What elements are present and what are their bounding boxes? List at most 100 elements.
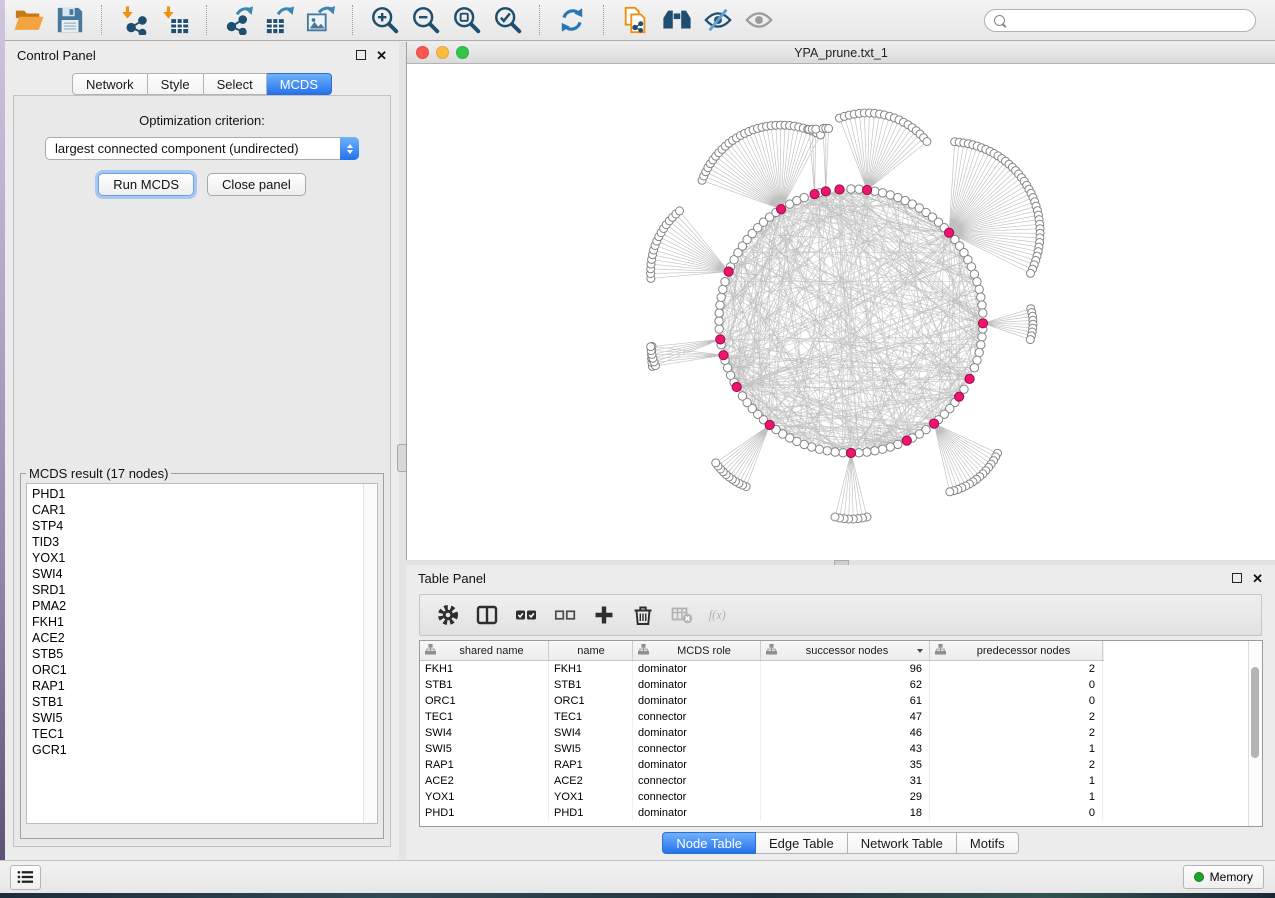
column-header-successor-nodes[interactable]: successor nodes — [761, 641, 930, 660]
network-canvas[interactable] — [407, 64, 1275, 560]
optimization-criterion-label: Optimization criterion: — [14, 113, 390, 128]
zoom-fit-icon[interactable] — [452, 5, 482, 35]
close-panel-button[interactable]: Close panel — [207, 173, 306, 196]
export-table-icon[interactable] — [265, 5, 295, 35]
mcds-result-item[interactable]: ACE2 — [32, 630, 377, 646]
tab-edge-table[interactable]: Edge Table — [756, 832, 848, 854]
table-cell: 0 — [930, 805, 1103, 821]
search-input[interactable] — [1005, 12, 1255, 29]
close-window-icon[interactable] — [416, 46, 429, 59]
zoom-in-icon[interactable] — [370, 5, 400, 35]
table-cell: STB1 — [420, 677, 549, 693]
node-table-row[interactable]: ORC1ORC1dominator610 — [420, 693, 1262, 709]
zoom-selected-icon[interactable] — [493, 5, 523, 35]
tab-style[interactable]: Style — [148, 73, 204, 95]
table-cell: 96 — [761, 661, 930, 677]
vertical-splitter[interactable] — [399, 42, 406, 860]
memory-label: Memory — [1210, 870, 1253, 884]
float-panel-icon[interactable] — [1232, 573, 1242, 583]
import-table-icon[interactable] — [160, 5, 190, 35]
column-header-shared-name[interactable]: shared name — [420, 641, 549, 660]
split-view-icon[interactable] — [474, 603, 500, 627]
control-panel-tabs: NetworkStyleSelectMCDS — [5, 73, 399, 95]
node-table-row[interactable]: SWI4SWI4dominator462 — [420, 725, 1262, 741]
mcds-result-item[interactable]: TEC1 — [32, 726, 377, 742]
table-cell: 2 — [930, 757, 1103, 773]
tab-select[interactable]: Select — [204, 73, 267, 95]
table-cell: dominator — [633, 757, 761, 773]
node-table-row[interactable]: RAP1RAP1dominator352 — [420, 757, 1262, 773]
hide-selected-icon[interactable] — [703, 5, 733, 35]
mcds-result-item[interactable]: CAR1 — [32, 502, 377, 518]
mcds-buttons: Run MCDS Close panel — [14, 173, 390, 196]
column-header-MCDS-role[interactable]: MCDS role — [633, 641, 761, 660]
close-panel-icon[interactable]: ✕ — [1252, 572, 1263, 585]
deselect-all-icon[interactable] — [552, 603, 578, 627]
mcds-result-item[interactable]: SWI5 — [32, 710, 377, 726]
table-cell: 43 — [761, 741, 930, 757]
node-table-row[interactable]: PHD1PHD1dominator180 — [420, 805, 1262, 821]
tab-network-table[interactable]: Network Table — [848, 832, 957, 854]
add-row-icon[interactable] — [591, 603, 617, 627]
zoom-window-icon[interactable] — [456, 46, 469, 59]
delete-row-icon[interactable] — [630, 603, 656, 627]
column-header-name[interactable]: name — [549, 641, 633, 660]
column-header-predecessor-nodes[interactable]: predecessor nodes — [930, 641, 1103, 660]
table-cell: ORC1 — [420, 693, 549, 709]
export-image-icon[interactable] — [306, 5, 336, 35]
minimize-window-icon[interactable] — [436, 46, 449, 59]
tab-node-table[interactable]: Node Table — [662, 832, 756, 854]
scrollbar-thumb[interactable] — [1251, 667, 1259, 758]
table-scrollbar[interactable] — [1248, 641, 1262, 826]
node-table-row[interactable]: SWI5SWI5connector431 — [420, 741, 1262, 757]
optimization-criterion-select[interactable]: largest connected component (undirected) — [45, 137, 359, 160]
node-table-row[interactable]: TEC1TEC1connector472 — [420, 709, 1262, 725]
svg-text:f(x): f(x) — [709, 608, 726, 622]
table-cell: YOX1 — [420, 789, 549, 805]
tab-network[interactable]: Network — [72, 73, 148, 95]
save-session-icon[interactable] — [55, 5, 85, 35]
table-cell: dominator — [633, 677, 761, 693]
list-button[interactable] — [10, 865, 41, 890]
table-cell: YOX1 — [549, 789, 633, 805]
refresh-layout-icon[interactable] — [557, 5, 587, 35]
table-cell: RAP1 — [420, 757, 549, 773]
run-mcds-button[interactable]: Run MCDS — [98, 173, 194, 196]
mcds-result-item[interactable]: YOX1 — [32, 550, 377, 566]
export-network-icon[interactable] — [224, 5, 254, 35]
node-table-row[interactable]: YOX1YOX1connector291 — [420, 789, 1262, 805]
mcds-result-item[interactable]: STP4 — [32, 518, 377, 534]
search-field[interactable] — [984, 9, 1256, 32]
node-table-row[interactable]: FKH1FKH1dominator962 — [420, 661, 1262, 677]
mcds-result-item[interactable]: PHD1 — [32, 486, 377, 502]
mcds-result-item[interactable]: PMA2 — [32, 598, 377, 614]
open-file-icon[interactable] — [14, 5, 44, 35]
mcds-result-item[interactable]: TID3 — [32, 534, 377, 550]
mcds-result-item[interactable]: ORC1 — [32, 662, 377, 678]
settings-icon[interactable] — [435, 603, 461, 627]
table-cell: 2 — [930, 709, 1103, 725]
mcds-result-item[interactable]: SWI4 — [32, 566, 377, 582]
tab-motifs[interactable]: Motifs — [957, 832, 1019, 854]
clone-network-icon[interactable] — [621, 5, 651, 35]
import-network-icon[interactable] — [119, 5, 149, 35]
memory-button[interactable]: Memory — [1183, 865, 1264, 889]
mcds-result-item[interactable]: FKH1 — [32, 614, 377, 630]
find-icon[interactable] — [662, 5, 692, 35]
node-table-row[interactable]: STB1STB1dominator620 — [420, 677, 1262, 693]
mcds-result-item[interactable]: STB5 — [32, 646, 377, 662]
mcds-result-list[interactable]: PHD1CAR1STP4TID3YOX1SWI4SRD1PMA2FKH1ACE2… — [26, 483, 378, 824]
mcds-result-item[interactable]: STB1 — [32, 694, 377, 710]
table-cell: connector — [633, 773, 761, 789]
close-panel-icon[interactable]: ✕ — [376, 49, 387, 62]
mcds-result-item[interactable]: GCR1 — [32, 742, 377, 758]
table-cell: SWI5 — [420, 741, 549, 757]
select-all-icon[interactable] — [513, 603, 539, 627]
delete-table-icon — [669, 603, 695, 627]
float-panel-icon[interactable] — [356, 50, 366, 60]
zoom-out-icon[interactable] — [411, 5, 441, 35]
mcds-result-item[interactable]: RAP1 — [32, 678, 377, 694]
tab-mcds[interactable]: MCDS — [267, 73, 332, 95]
mcds-result-item[interactable]: SRD1 — [32, 582, 377, 598]
node-table-row[interactable]: ACE2ACE2connector311 — [420, 773, 1262, 789]
